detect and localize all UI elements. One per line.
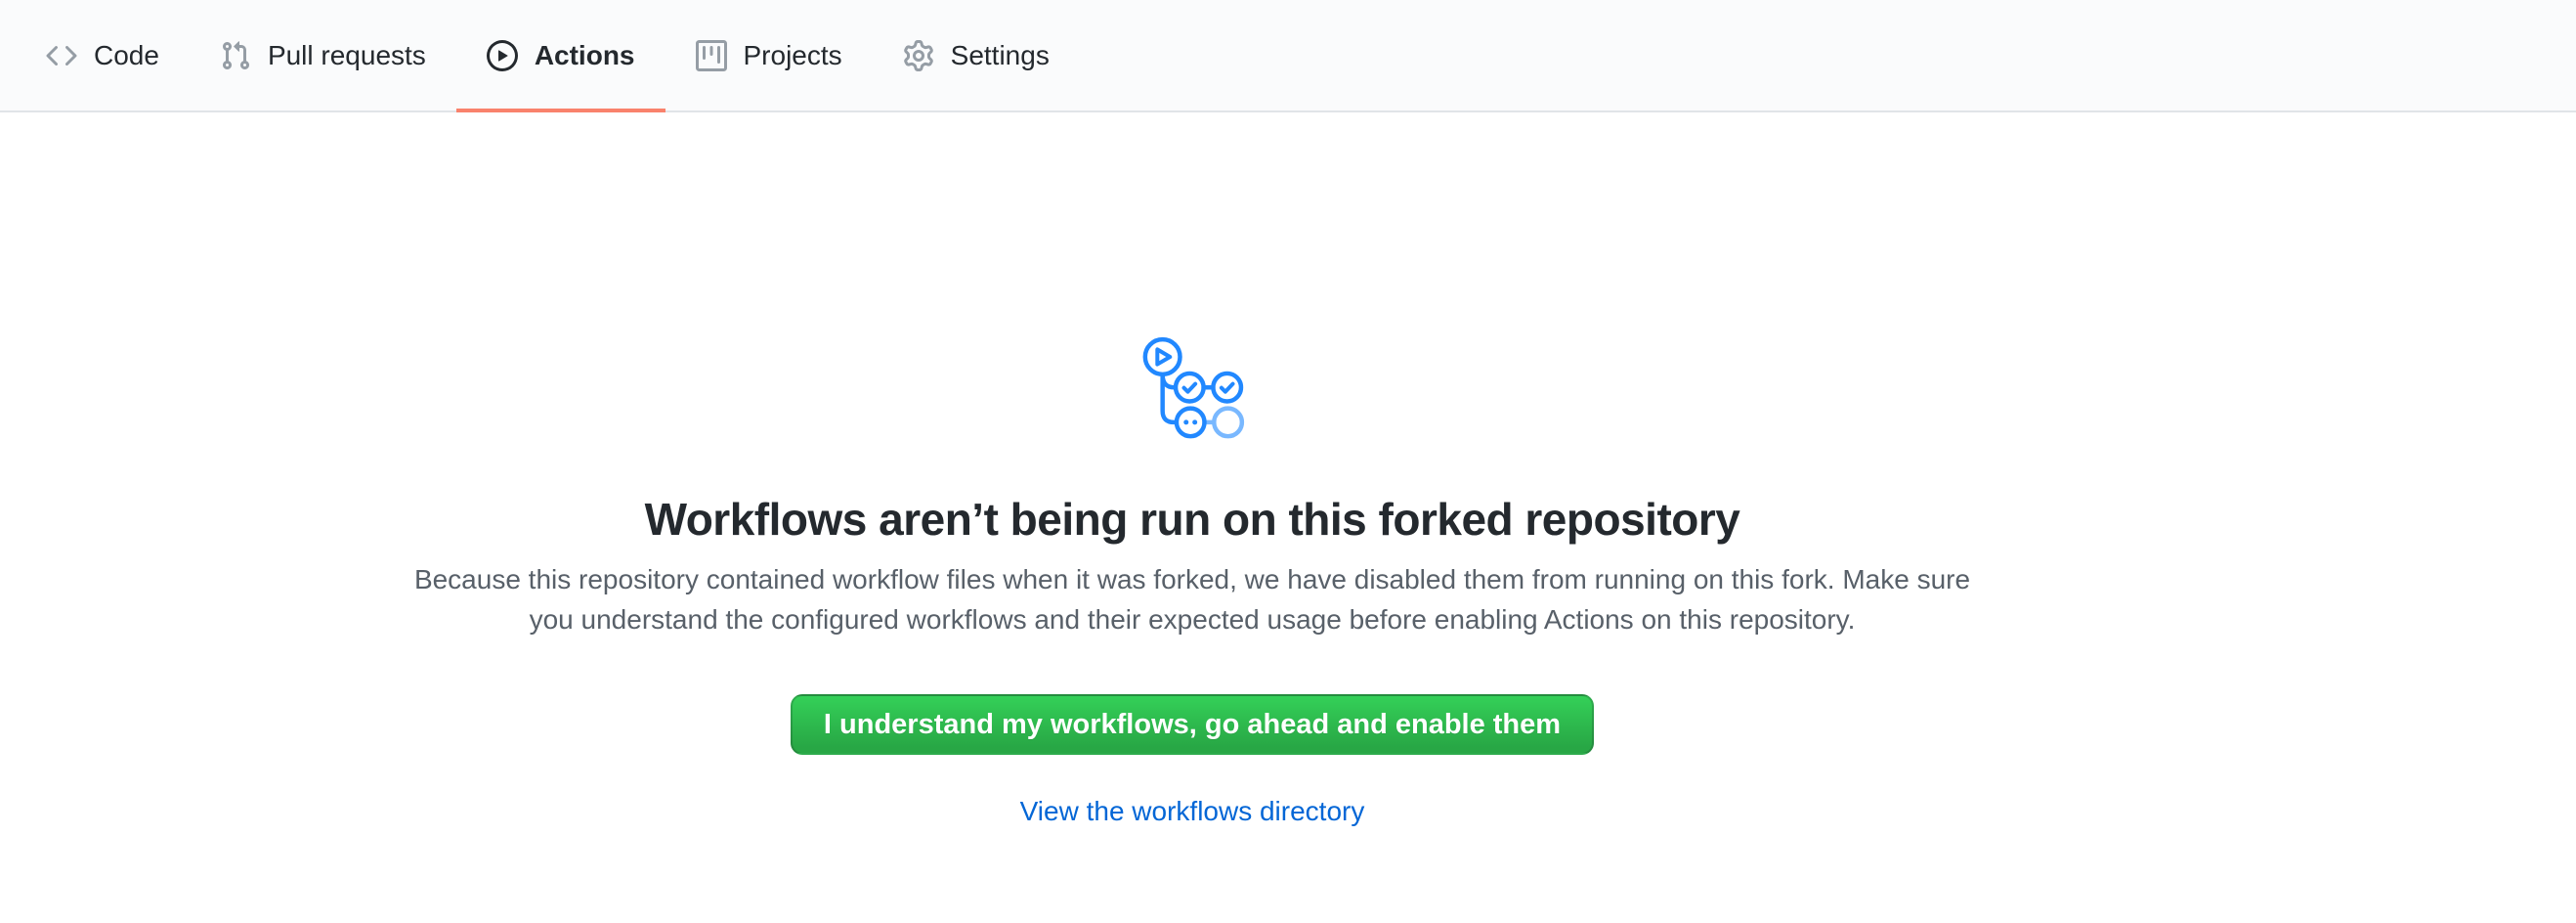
play-icon xyxy=(487,40,518,71)
code-icon xyxy=(46,40,77,71)
blankslate-description: Because this repository contained workfl… xyxy=(401,559,1984,639)
tab-projects-label: Projects xyxy=(744,42,842,69)
tab-code[interactable]: Code xyxy=(16,0,190,110)
enable-workflows-button[interactable]: I understand my workflows, go ahead and … xyxy=(791,694,1594,755)
view-workflows-directory-link[interactable]: View the workflows directory xyxy=(1020,796,1365,827)
actions-blankslate: Workflows aren’t being run on this forke… xyxy=(0,112,2384,827)
tab-settings-label: Settings xyxy=(951,42,1050,69)
tab-settings[interactable]: Settings xyxy=(873,0,1080,110)
tab-projects[interactable]: Projects xyxy=(665,0,873,110)
tab-actions[interactable]: Actions xyxy=(456,0,665,110)
actions-workflow-icon xyxy=(1135,332,1250,446)
git-pull-request-icon xyxy=(220,40,251,71)
tab-pull-requests-label: Pull requests xyxy=(268,42,426,69)
tab-code-label: Code xyxy=(94,42,159,69)
tab-pull-requests[interactable]: Pull requests xyxy=(190,0,456,110)
project-icon xyxy=(696,40,727,71)
gear-icon xyxy=(903,40,934,71)
tab-actions-label: Actions xyxy=(535,42,635,69)
repo-nav: Code Pull requests Actions Projects Sett… xyxy=(0,0,2576,112)
blankslate-heading: Workflows aren’t being run on this forke… xyxy=(645,493,1740,546)
